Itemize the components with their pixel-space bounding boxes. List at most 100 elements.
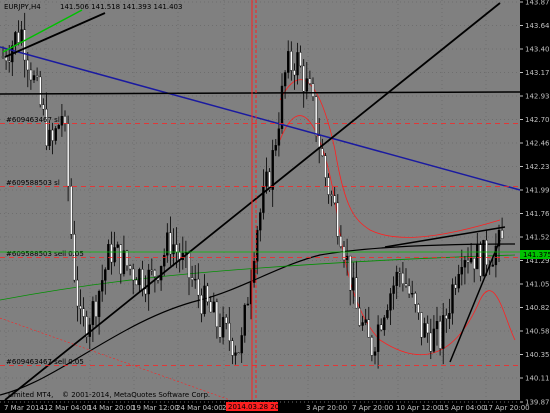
price-tick-label: 141.055 (525, 281, 550, 289)
candle-body (352, 277, 355, 291)
price-tick-label: 141.995 (525, 187, 550, 195)
candle-body (69, 185, 73, 235)
candle-body (355, 277, 358, 309)
candle-body (14, 32, 17, 46)
candle-body (404, 283, 408, 287)
candle-body (138, 269, 141, 286)
candle-body (454, 284, 457, 289)
price-tick-label: 142.465 (525, 140, 550, 148)
highlight-time-label: 2014.03.28 20:00 (228, 403, 290, 411)
time-tick-labels: 7 Mar 2014 12 Mar 04:0014 Mar 20:0019 Mar… (4, 402, 530, 412)
candle-body (113, 247, 116, 263)
order-label: #609588503 sell 0.05 (6, 250, 84, 258)
candle-body (383, 317, 386, 331)
candle-body (79, 305, 82, 309)
time-tick-label: 19 Mar 12:00 (132, 404, 179, 412)
candle-body (277, 128, 281, 146)
candle-body (197, 278, 200, 296)
candle-body (429, 332, 432, 352)
candle-body (417, 304, 420, 313)
order-label: #609463467 sell 0.05 (6, 358, 84, 366)
price-chart[interactable]: #609463467 sl #609588503 sl #609588503 sel… (0, 0, 550, 413)
candle-body (221, 317, 225, 338)
candle-body (296, 52, 299, 76)
candle-body (411, 293, 414, 295)
ohlc-label: 141.506 141.518 141.393 141.403 (60, 3, 182, 11)
candle-body (125, 250, 129, 266)
candle-body (48, 129, 51, 147)
candle-body (283, 72, 287, 87)
candle-body (349, 255, 352, 291)
candle-body (122, 250, 126, 275)
price-tick-label: 142.230 (525, 163, 550, 171)
candle-body (187, 251, 191, 278)
candle-body (7, 60, 11, 63)
candle-body (423, 323, 426, 338)
candle-body (82, 308, 85, 317)
candle-body (398, 271, 401, 274)
candle-body (35, 75, 39, 78)
candle-body (370, 337, 374, 356)
price-axis (520, 0, 550, 400)
candle-body (473, 257, 476, 270)
candle-body (104, 269, 107, 281)
time-tick-label: 24 Mar 04:00 (176, 404, 223, 412)
candle-body (299, 52, 302, 67)
candle-body (435, 320, 439, 330)
candle-body (237, 352, 240, 354)
candle-body (321, 148, 324, 156)
candle-body (215, 301, 219, 328)
candle-body (94, 301, 98, 317)
candle-body (54, 128, 57, 141)
copyright-prefix: Limited MT4, (8, 391, 53, 399)
candle-body (401, 272, 405, 284)
price-tick-label: 141.760 (525, 210, 550, 218)
candle-body (141, 269, 144, 290)
candle-body (339, 236, 343, 247)
candle-body (389, 293, 392, 311)
candle-body (147, 269, 150, 295)
price-tick-label: 142.700 (525, 116, 550, 124)
candle-body (172, 244, 175, 255)
candle-body (63, 116, 67, 124)
candle-body (466, 260, 470, 263)
candle-body (457, 273, 460, 289)
candle-body (451, 284, 454, 314)
candle-body (274, 145, 277, 151)
candle-body (395, 271, 398, 286)
candle-body (367, 319, 370, 338)
order-label: #609588503 sl (6, 179, 60, 187)
current-price-label: 141.375 (523, 251, 550, 259)
candle-body (17, 32, 20, 43)
candle-body (51, 129, 54, 141)
time-tick-label: 10 Apr 12:00 (396, 404, 442, 412)
candle-body (29, 69, 33, 81)
candle-body (246, 303, 250, 306)
price-tick-label: 141.525 (525, 234, 550, 242)
candle-body (311, 83, 315, 97)
candle-body (302, 65, 305, 92)
candle-body (305, 78, 308, 92)
candle-body (361, 322, 364, 326)
candle-body (476, 244, 479, 270)
candle-body (144, 288, 147, 295)
candle-body (380, 324, 383, 331)
candle-body (228, 322, 231, 341)
copyright-text: © 2001-2014, MetaQuotes Software Corp. (62, 391, 210, 399)
candle-body (345, 255, 349, 261)
candle-body (57, 125, 60, 129)
time-tick-label: 14 Mar 20:00 (88, 404, 135, 412)
candle-body (107, 244, 110, 270)
time-tick-label: 17 Apr 20:00 (484, 404, 530, 412)
candle-body (42, 104, 45, 110)
candle-body (150, 269, 154, 272)
candle-body (169, 232, 172, 255)
candle-body (131, 268, 135, 281)
candle-body (407, 285, 411, 295)
candle-body (327, 177, 330, 195)
price-tick-label: 140.585 (525, 328, 550, 336)
candle-body (23, 29, 26, 61)
candle-body (162, 255, 166, 267)
price-tick-label: 143.170 (525, 69, 550, 77)
candle-body (45, 108, 48, 147)
